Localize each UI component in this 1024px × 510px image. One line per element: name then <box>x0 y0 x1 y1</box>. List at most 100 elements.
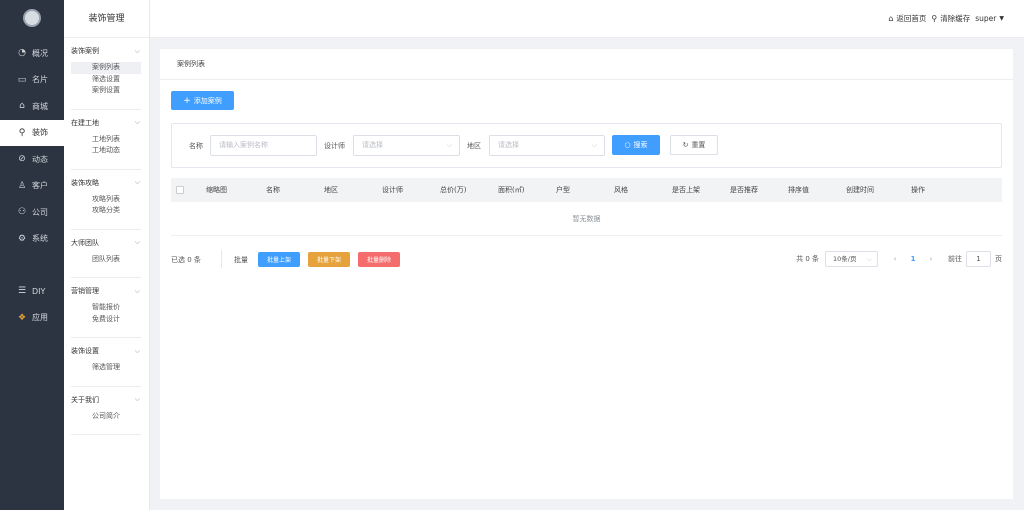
main-panel: 案例列表 + 添加案例 名称 请输入案例名称 设计师 请选择 ⌵ 地区 请选择 ⌵ … <box>160 49 1013 499</box>
sub-item-case-settings[interactable]: 案例设置 <box>71 85 141 97</box>
nav-item-apps[interactable]: ❖ 应用 <box>0 305 64 332</box>
nav-item-label: 动态 <box>32 154 48 164</box>
col-layout: 户型 <box>556 186 570 194</box>
page-size-select[interactable]: 10条/页 ⌵ <box>825 251 878 267</box>
col-created-time: 创建时间 <box>846 186 874 194</box>
compass-icon: ⊘ <box>18 154 26 165</box>
goto-page-input[interactable]: 1 <box>966 251 991 267</box>
nav-item-label: 名片 <box>32 75 48 85</box>
caret-down-icon[interactable]: ▼ <box>999 15 1004 22</box>
sub-group-header[interactable]: 装饰案例 ⌵ <box>71 38 141 62</box>
nav-item-system[interactable]: ⚙ 系统 <box>0 226 64 253</box>
sub-item-filter-settings[interactable]: 筛选设置 <box>71 74 141 86</box>
col-region: 地区 <box>324 186 338 194</box>
broom-icon: ⚲ <box>931 14 938 23</box>
home-link[interactable]: 返回首页 <box>896 13 926 24</box>
region-select[interactable]: 请选择 ⌵ <box>489 135 605 156</box>
chevron-down-icon: ⌵ <box>134 238 140 246</box>
sub-sidebar-title: 装饰管理 <box>64 0 149 38</box>
sub-group-cases: 装饰案例 ⌵ 案例列表 筛选设置 案例设置 <box>71 38 141 110</box>
nav-item-company[interactable]: ⚇ 公司 <box>0 199 64 226</box>
nav-item-shop[interactable]: ⌂ 商城 <box>0 93 64 120</box>
table-header: 缩略图 名称 地区 设计师 总价(万) 面积(㎡) 户型 风格 是否上架 是否推… <box>171 178 1002 202</box>
sub-group-header[interactable]: 在建工地 ⌵ <box>71 110 141 134</box>
sub-group-title: 营销管理 <box>71 287 99 295</box>
region-label: 地区 <box>467 142 481 150</box>
sub-item-free-design[interactable]: 免费设计 <box>71 314 141 326</box>
plus-icon: + <box>183 95 191 106</box>
pagination: 共 0 条 10条/页 ⌵ ‹ 1 › 前往 1 页 <box>796 250 1002 268</box>
add-case-button[interactable]: + 添加案例 <box>171 91 234 110</box>
chevron-down-icon: ⌵ <box>134 178 140 186</box>
nav-item-customer[interactable]: ♙ 客户 <box>0 173 64 200</box>
breadcrumb: 案例列表 <box>160 49 1013 80</box>
sub-item-smart-quote[interactable]: 智能报价 <box>71 302 141 314</box>
sub-item-guide-list[interactable]: 攻略列表 <box>71 194 141 206</box>
sub-item-company-intro[interactable]: 公司简介 <box>71 411 141 423</box>
clear-cache-link[interactable]: 清除缓存 <box>940 13 970 24</box>
chevron-down-icon: ⌵ <box>446 141 452 149</box>
chevron-down-icon: ⌵ <box>134 46 140 55</box>
name-input[interactable]: 请输入案例名称 <box>210 135 317 156</box>
col-style: 风格 <box>614 186 628 194</box>
col-on-shelf: 是否上架 <box>672 186 700 194</box>
sub-item-site-list[interactable]: 工地列表 <box>71 134 141 146</box>
nav-item-diy[interactable]: ☰ DIY <box>0 278 64 305</box>
page-size-value: 10条/页 <box>833 255 857 263</box>
col-recommended: 是否推荐 <box>730 186 758 194</box>
col-designer: 设计师 <box>382 186 403 194</box>
filter-bar: 名称 请输入案例名称 设计师 请选择 ⌵ 地区 请选择 ⌵ ○ 搜索 ↻ 重置 <box>171 123 1002 168</box>
sub-group-header[interactable]: 装饰攻略 ⌵ <box>71 170 141 194</box>
divider <box>221 250 222 268</box>
sub-group-title: 装饰设置 <box>71 347 99 355</box>
sub-item-filter-manage[interactable]: 筛选管理 <box>71 362 141 374</box>
settings-icon: ⚙ <box>17 233 27 244</box>
sub-item-site-news[interactable]: 工地动态 <box>71 145 141 157</box>
nav-item-label: 客户 <box>32 181 48 191</box>
col-area: 面积(㎡) <box>498 186 525 194</box>
search-icon: ○ <box>624 141 631 149</box>
sub-group-header[interactable]: 装饰设置 ⌵ <box>71 338 141 362</box>
search-button[interactable]: ○ 搜索 <box>612 135 660 155</box>
name-input-placeholder: 请输入案例名称 <box>219 141 268 149</box>
designer-select[interactable]: 请选择 ⌵ <box>353 135 460 156</box>
col-name: 名称 <box>266 186 280 194</box>
selected-count: 已选 0 条 <box>171 256 201 264</box>
chevron-down-icon: ⌵ <box>591 141 597 149</box>
user-menu[interactable]: super <box>975 14 996 23</box>
sub-sidebar: 装饰管理 装饰案例 ⌵ 案例列表 筛选设置 案例设置 在建工地 ⌵ 工地列表 工地动… <box>64 0 150 510</box>
select-all-checkbox[interactable] <box>176 186 184 194</box>
sub-item-case-list[interactable]: 案例列表 <box>71 62 141 74</box>
nav-item-decor[interactable]: ⚲ 装饰 <box>0 119 64 146</box>
pie-chart-icon: ◔ <box>18 48 26 59</box>
sub-group-header[interactable]: 大师团队 ⌵ <box>71 230 141 254</box>
col-sort-value: 排序值 <box>788 186 809 194</box>
nav-item-label: 应用 <box>32 313 48 323</box>
reset-label: 重置 <box>691 141 706 149</box>
goto-label: 前往 <box>948 255 962 263</box>
nav-item-news[interactable]: ⊘ 动态 <box>0 146 64 173</box>
sub-group-header[interactable]: 关于我们 ⌵ <box>71 387 141 411</box>
org-icon: ⚇ <box>17 207 27 218</box>
diy-icon: ☰ <box>17 286 27 297</box>
sub-group-title: 装饰攻略 <box>71 178 99 187</box>
batch-delete-button[interactable]: 批量删除 <box>358 252 400 267</box>
page-number[interactable]: 1 <box>902 255 924 263</box>
sub-item-guide-category[interactable]: 攻略分类 <box>71 205 141 217</box>
reset-button[interactable]: ↻ 重置 <box>670 135 718 155</box>
sub-group-title: 关于我们 <box>71 395 99 404</box>
batch-unpublish-button[interactable]: 批量下架 <box>308 252 350 267</box>
empty-state: 暂无数据 <box>171 202 1002 236</box>
sub-item-team-list[interactable]: 团队列表 <box>71 254 141 266</box>
search-label: 搜索 <box>633 141 648 149</box>
logo-avatar[interactable] <box>23 9 41 27</box>
batch-publish-button[interactable]: 批量上架 <box>258 252 300 267</box>
prev-page-icon[interactable]: ‹ <box>888 255 902 263</box>
nav-item-overview[interactable]: ◔ 概况 <box>0 40 64 67</box>
header-actions: ⌂ 返回首页 ⚲ 清除缓存 super ▼ <box>888 13 1004 24</box>
nav-item-card[interactable]: ▭ 名片 <box>0 67 64 94</box>
next-page-icon[interactable]: › <box>924 255 938 263</box>
name-label: 名称 <box>189 142 203 150</box>
sub-group-header[interactable]: 营销管理 ⌵ <box>71 278 141 302</box>
top-header: ⌂ 返回首页 ⚲ 清除缓存 super ▼ <box>150 0 1024 38</box>
